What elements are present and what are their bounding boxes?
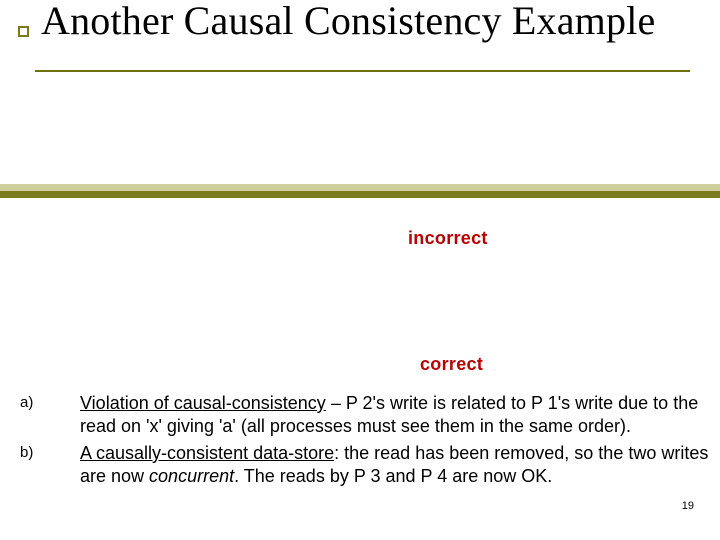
title-bullet-icon <box>0 0 35 37</box>
title-underline <box>35 70 690 72</box>
item-b-post: . The reads by P 3 and P 4 are now OK. <box>234 466 552 486</box>
body-list: a) Violation of causal-consistency – P 2… <box>20 392 716 492</box>
slide: Another Causal Consistency Example incor… <box>0 0 720 540</box>
title-block: Another Causal Consistency Example <box>0 0 720 52</box>
slide-title: Another Causal Consistency Example <box>35 0 665 52</box>
item-b-underline: A causally-consistent data-store <box>80 443 334 463</box>
label-correct: correct <box>420 354 483 375</box>
list-marker-b: b) <box>20 442 54 488</box>
item-b-text: A causally-consistent data-store: the re… <box>80 442 716 488</box>
list-marker-a: a) <box>20 392 54 438</box>
page-number: 19 <box>682 500 694 512</box>
item-b-em: concurrent <box>149 466 234 486</box>
list-item: a) Violation of causal-consistency – P 2… <box>20 392 716 438</box>
item-a-text: Violation of causal-consistency – P 2's … <box>80 392 716 438</box>
item-a-underline: Violation of causal-consistency <box>80 393 326 413</box>
divider-bar <box>0 184 720 198</box>
list-item: b) A causally-consistent data-store: the… <box>20 442 716 488</box>
label-incorrect: incorrect <box>408 228 488 249</box>
